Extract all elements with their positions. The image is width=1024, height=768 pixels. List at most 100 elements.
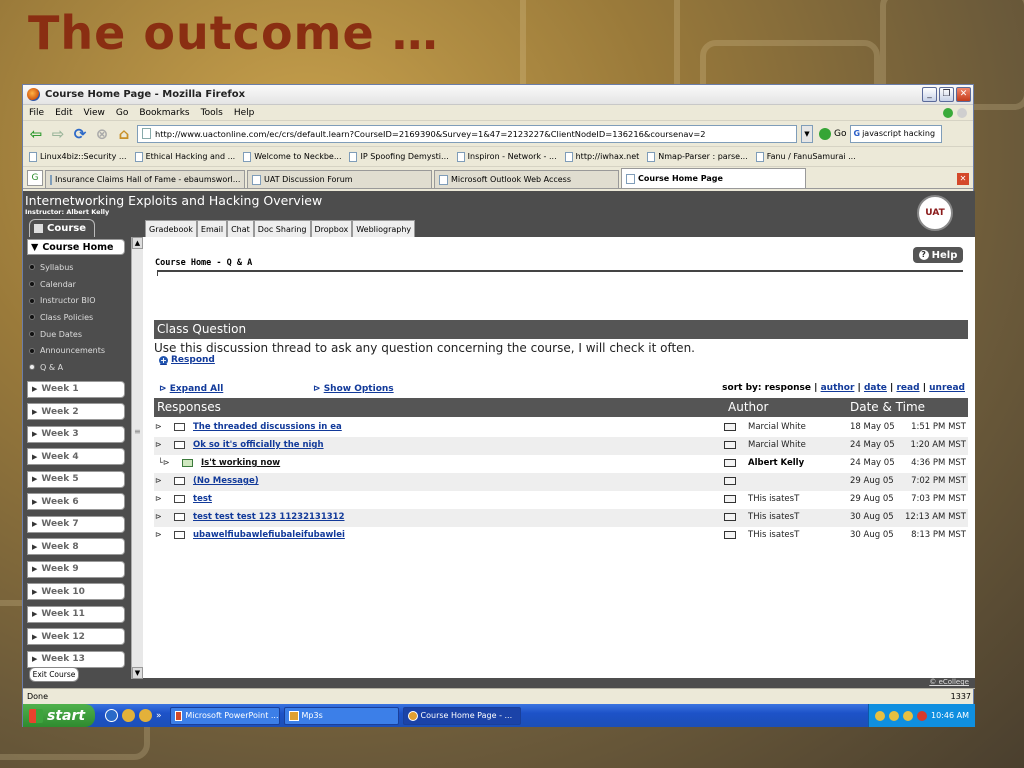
go-button[interactable]: Go (819, 127, 846, 140)
sidebar-item-instructor-bio[interactable]: Instructor BIO (23, 292, 143, 309)
tab-dropbox[interactable]: Dropbox (310, 220, 353, 237)
sidebar-item-q-and-a[interactable]: Q & A (23, 359, 143, 376)
menu-edit[interactable]: Edit (55, 108, 72, 118)
show-options-label[interactable]: Show Options (324, 384, 394, 394)
tab-webliography[interactable]: Webliography (352, 220, 416, 237)
stop-icon[interactable]: ⊗ (93, 125, 111, 143)
bookmark-item[interactable]: Fanu / FanuSamurai ... (755, 151, 856, 162)
response-subject-link[interactable]: Is't working now (201, 458, 280, 468)
tab-gradebook[interactable]: Gradebook (145, 220, 197, 237)
search-input[interactable]: Gjavascript hacking (850, 124, 943, 143)
sidebar-item-due-dates[interactable]: Due Dates (23, 326, 143, 343)
table-row[interactable]: ⊳ The threaded discussions in ea Marcial… (154, 419, 968, 437)
response-subject-link[interactable]: test (193, 494, 212, 504)
scroll-up-icon[interactable]: ▲ (132, 237, 143, 249)
menu-view[interactable]: View (84, 108, 105, 118)
forward-arrow-icon[interactable]: ⇨ (49, 125, 67, 143)
sidebar-item-calendar[interactable]: Calendar (23, 276, 143, 293)
sidebar-week-5[interactable]: ▶ Week 5 (27, 470, 125, 488)
tab-doc-sharing[interactable]: Doc Sharing (253, 220, 311, 237)
bookmark-item[interactable]: Nmap-Parser : parse... (647, 151, 748, 162)
tab-uat-discussion[interactable]: UAT Discussion Forum (247, 170, 432, 188)
quick-launch-app-icon[interactable] (139, 709, 152, 722)
response-subject-link[interactable]: (No Message) (193, 476, 259, 486)
sidebar-week-10[interactable]: ▶ Week 10 (27, 583, 125, 601)
sidebar-week-7[interactable]: ▶ Week 7 (27, 515, 125, 533)
tab-email[interactable]: Email (196, 220, 228, 237)
sidebar-week-12[interactable]: ▶ Week 12 (27, 628, 125, 646)
sidebar-week-6[interactable]: ▶ Week 6 (27, 493, 125, 511)
url-dropdown-button[interactable]: ▼ (801, 124, 813, 143)
sort-read-link[interactable]: read (896, 383, 919, 393)
sidebar-item-syllabus[interactable]: Syllabus (23, 259, 143, 276)
sort-date-link[interactable]: date (864, 383, 887, 393)
taskbar-mp3s[interactable]: Mp3s (283, 706, 399, 725)
reload-icon[interactable]: ⟳ (71, 125, 89, 143)
sidebar-course-home[interactable]: ▼ Course Home (27, 239, 125, 255)
email-author-icon[interactable] (724, 441, 736, 449)
response-subject-link[interactable]: The threaded discussions in ea (193, 422, 342, 432)
close-tab-icon[interactable]: ✕ (957, 173, 969, 185)
back-arrow-icon[interactable]: ⇦ (27, 125, 45, 143)
expand-icon[interactable]: ⊳ (155, 512, 162, 521)
sidebar-week-11[interactable]: ▶ Week 11 (27, 605, 125, 623)
expand-all-link[interactable]: ⊳ Expand All (159, 384, 223, 394)
close-button[interactable]: ✕ (956, 87, 971, 102)
menu-tools[interactable]: Tools (201, 108, 223, 118)
menu-go[interactable]: Go (116, 108, 128, 118)
response-subject-link[interactable]: ubawelfiubawlefiubaleifubawlei (193, 530, 345, 540)
table-row[interactable]: ⊳ test THis isatesT 29 Aug 05 7:03 PM MS… (154, 491, 968, 509)
course-tab[interactable]: Course (29, 219, 95, 237)
sidebar-week-1[interactable]: ▶ Week 1 (27, 380, 125, 398)
response-subject-link[interactable]: test test test 123 11232131312 (193, 512, 345, 522)
menu-help[interactable]: Help (234, 108, 255, 118)
sidebar-item-class-policies[interactable]: Class Policies (23, 309, 143, 326)
bookmark-item[interactable]: Ethical Hacking and ... (134, 151, 235, 162)
show-options-link[interactable]: ⊳ Show Options (313, 384, 394, 394)
address-bar[interactable]: http://www.uactonline.com/ec/crs/default… (137, 124, 797, 143)
sidebar-scrollbar[interactable]: ▲ ≡ ▼ (131, 237, 143, 679)
email-author-icon[interactable] (724, 531, 736, 539)
bookmark-item[interactable]: IP Spoofing Demysti... (349, 151, 449, 162)
tray-icon[interactable] (903, 710, 914, 721)
table-row[interactable]: ⊳ (No Message) 29 Aug 05 7:02 PM MST (154, 473, 968, 491)
tab-course-home[interactable]: Course Home Page (621, 168, 806, 188)
expand-icon[interactable]: ⊳ (155, 530, 162, 539)
tab-chat[interactable]: Chat (227, 220, 254, 237)
email-author-icon[interactable] (724, 513, 736, 521)
exit-course-button[interactable]: Exit Course (29, 667, 79, 682)
bookmark-item[interactable]: http://iwhax.net (564, 151, 639, 162)
firefox-icon[interactable] (122, 709, 135, 722)
sidebar-week-8[interactable]: ▶ Week 8 (27, 538, 125, 556)
response-subject-link[interactable]: Ok so it's officially the nigh (193, 440, 324, 450)
start-button[interactable]: start (23, 704, 95, 727)
expand-icon[interactable]: ⊳ (155, 494, 162, 503)
help-button[interactable]: ? Help (913, 247, 963, 263)
chevron-right-icon[interactable]: » (156, 711, 162, 721)
bookmark-item[interactable]: Inspiron - Network - ... (456, 151, 557, 162)
expand-all-label[interactable]: Expand All (170, 384, 224, 394)
internet-explorer-icon[interactable] (105, 709, 118, 722)
tray-icon[interactable] (889, 710, 900, 721)
sidebar-week-3[interactable]: ▶ Week 3 (27, 425, 125, 443)
sidebar-week-13[interactable]: ▶ Week 13 (27, 650, 125, 668)
table-row[interactable]: ⊳ ubawelfiubawlefiubaleifubawlei THis is… (154, 527, 968, 545)
tray-security-icon[interactable] (917, 710, 928, 721)
taskbar-powerpoint[interactable]: Microsoft PowerPoint ... (169, 706, 280, 725)
menu-bookmarks[interactable]: Bookmarks (139, 108, 189, 118)
new-tab-icon[interactable]: G (27, 170, 43, 186)
table-row[interactable]: └⊳ Is't working now Albert Kelly 24 May … (154, 455, 968, 473)
email-author-icon[interactable] (724, 477, 736, 485)
ecollege-link[interactable]: © eCollege (929, 678, 969, 686)
expand-icon[interactable]: ⊳ (155, 422, 162, 431)
scroll-down-icon[interactable]: ▼ (132, 667, 143, 679)
restore-button[interactable]: ❐ (939, 87, 954, 102)
expand-icon[interactable]: ⊳ (155, 440, 162, 449)
sidebar-week-9[interactable]: ▶ Week 9 (27, 560, 125, 578)
sidebar-week-4[interactable]: ▶ Week 4 (27, 448, 125, 466)
tab-insurance-claims[interactable]: Insurance Claims Hall of Fame - ebaumswo… (45, 170, 245, 188)
minimize-button[interactable]: _ (922, 87, 937, 102)
taskbar-course-home[interactable]: Course Home Page - ... (402, 706, 521, 725)
respond-link[interactable]: + Respond (159, 355, 215, 365)
bookmark-item[interactable]: Welcome to Neckbe... (243, 151, 341, 162)
